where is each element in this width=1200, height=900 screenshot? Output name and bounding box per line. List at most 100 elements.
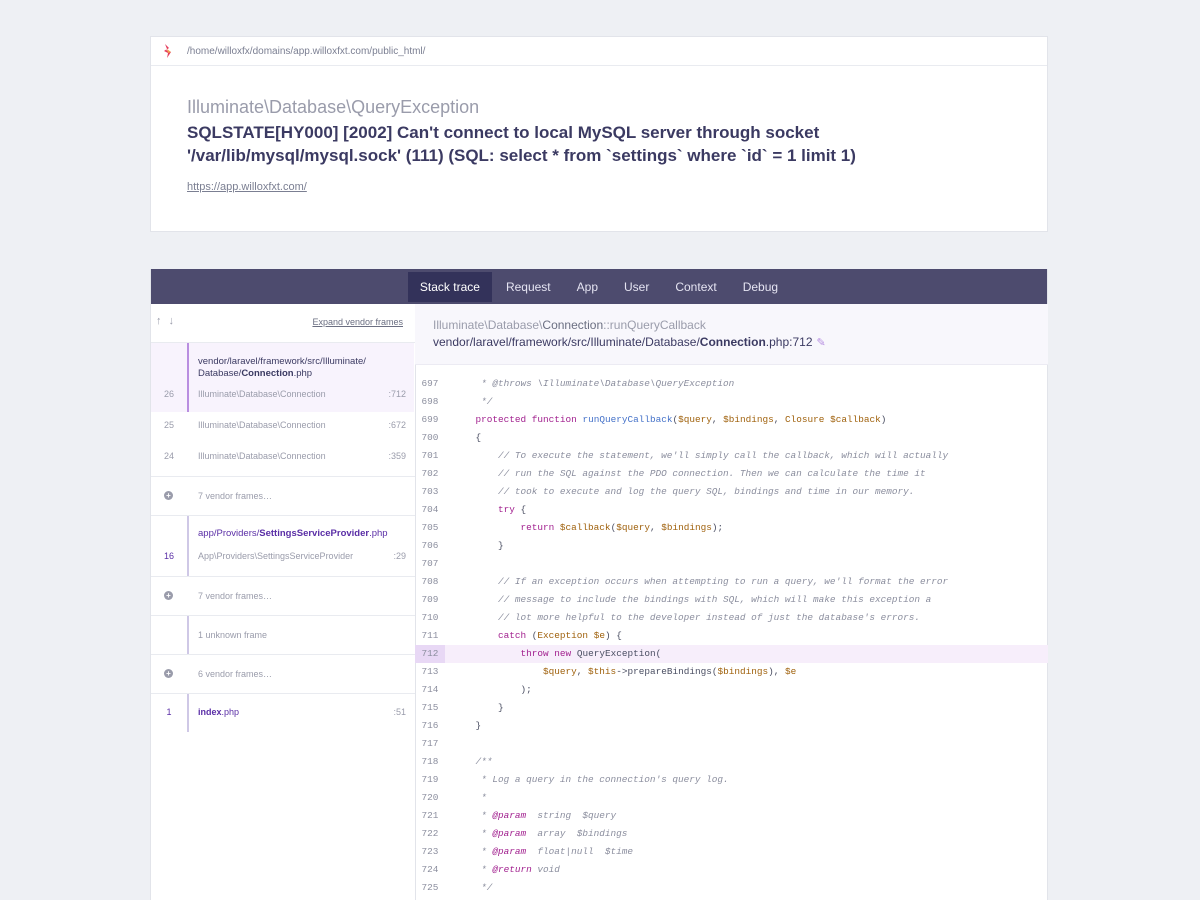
line-number: 722 xyxy=(421,828,439,839)
line-number: 713 xyxy=(421,666,439,677)
tab-stack-trace[interactable]: Stack trace xyxy=(407,271,492,302)
code-header: Illuminate\Database\Connection::runQuery… xyxy=(415,304,1048,365)
code-text: throw new QueryException( xyxy=(520,648,662,659)
code-line: 717 xyxy=(415,735,1048,753)
frame-row[interactable]: 25 Illuminate\Database\Connection:672 xyxy=(151,420,414,438)
code-line: 707 xyxy=(415,555,1048,573)
frame-row[interactable]: 16 App\Providers\SettingsServiceProvider:… xyxy=(151,551,414,569)
code-line: 698 */ xyxy=(415,393,1048,411)
line-number: 723 xyxy=(421,846,439,857)
line-number: 716 xyxy=(421,720,439,731)
line-number: 704 xyxy=(421,504,439,515)
path-bar: /home/willoxfx/domains/app.willoxfxt.com… xyxy=(151,37,1047,66)
line-number: 715 xyxy=(421,702,439,713)
tab-debug[interactable]: Debug xyxy=(731,272,790,302)
code-line: 710 // lot more helpful to the developer… xyxy=(415,609,1048,627)
frame-file-path: app/Providers/SettingsServiceProvider.ph… xyxy=(198,528,388,539)
tab-user[interactable]: User xyxy=(612,272,661,302)
code-line-highlighted: 712 throw new QueryException( xyxy=(415,645,1048,663)
vendor-frames-toggle[interactable]: + 7 vendor frames… xyxy=(151,477,415,516)
line-number: 717 xyxy=(421,738,439,749)
frame-row-selected[interactable]: 26 Illuminate\Database\Connection:712 xyxy=(151,389,414,407)
code-line: 719 * Log a query in the connection's qu… xyxy=(415,771,1048,789)
code-line: 699 protected function runQueryCallback(… xyxy=(415,411,1048,429)
code-line: 697 * @throws \Illuminate\Database\Query… xyxy=(415,375,1048,393)
code-line: 700 { xyxy=(415,429,1048,447)
request-url-link[interactable]: https://app.willoxfxt.com/ xyxy=(187,181,307,193)
error-card: /home/willoxfx/domains/app.willoxfxt.com… xyxy=(150,36,1048,232)
line-number: 719 xyxy=(421,774,439,785)
code-text: * @param float|null $time xyxy=(453,846,634,857)
tab-bar: Stack trace Request App User Context Deb… xyxy=(151,269,1047,304)
code-text: */ xyxy=(453,882,493,893)
ignition-logo-icon xyxy=(163,44,173,58)
code-text: * @param string $query xyxy=(453,810,617,821)
line-number: 712 xyxy=(415,645,445,663)
code-text: // took to execute and log the query SQL… xyxy=(453,486,915,497)
code-line: 703 // took to execute and log the query… xyxy=(415,483,1048,501)
frame-file: vendor/laravel/framework/src/Illuminate/… xyxy=(433,335,826,349)
code-text: protected function runQueryCallback($que… xyxy=(475,414,887,425)
line-number: 699 xyxy=(421,414,439,425)
code-text: $query, $this->prepareBindings($bindings… xyxy=(543,666,797,677)
frame-group-connection[interactable]: vendor/laravel/framework/src/Illuminate/… xyxy=(151,343,415,477)
line-number: 706 xyxy=(421,540,439,551)
frame-navigation-arrows-icon[interactable]: ↑ ↓ xyxy=(156,315,176,327)
line-number: 707 xyxy=(421,558,439,569)
frames-list: ↑ ↓ Expand vendor frames vendor/laravel/… xyxy=(151,304,416,900)
code-text: { xyxy=(453,432,482,443)
code-text: /** xyxy=(453,756,493,767)
line-number: 709 xyxy=(421,594,439,605)
code-text: * Log a query in the connection's query … xyxy=(453,774,729,785)
code-text: * @throws \Illuminate\Database\QueryExce… xyxy=(453,378,735,389)
code-text: catch (Exception $e) { xyxy=(498,630,622,641)
frame-row[interactable]: 1 index.php:51 xyxy=(151,707,414,725)
code-text: try { xyxy=(498,504,527,515)
code-text: // lot more helpful to the developer ins… xyxy=(453,612,920,623)
expand-vendor-frames-link[interactable]: Expand vendor frames xyxy=(312,317,403,327)
code-line: 721 * @param string $query xyxy=(415,807,1048,825)
plus-circle-icon: + xyxy=(164,669,173,678)
exception-message: SQLSTATE[HY000] [2002] Can't connect to … xyxy=(187,123,856,165)
code-text: return $callback($query, $bindings); xyxy=(520,522,724,533)
code-viewer: Illuminate\Database\Connection::runQuery… xyxy=(415,304,1048,900)
code-line: 704 try { xyxy=(415,501,1048,519)
code-line: 702 // run the SQL against the PDO conne… xyxy=(415,465,1048,483)
tab-app[interactable]: App xyxy=(565,272,610,302)
frame-group-settings-provider[interactable]: app/Providers/SettingsServiceProvider.ph… xyxy=(151,516,415,577)
frame-group-index[interactable]: 1 index.php:51 xyxy=(151,694,415,732)
code-line: 723 * @param float|null $time xyxy=(415,843,1048,861)
code-text: ); xyxy=(453,684,532,695)
line-number: 721 xyxy=(421,810,439,821)
frame-row[interactable]: 24 Illuminate\Database\Connection:359 xyxy=(151,451,414,469)
vendor-frames-toggle[interactable]: + 7 vendor frames… xyxy=(151,577,415,616)
code-text: * @param array $bindings xyxy=(453,828,628,839)
pencil-edit-icon[interactable]: ✎ xyxy=(817,337,826,349)
code-snippet: 697 * @throws \Illuminate\Database\Query… xyxy=(415,375,1048,897)
code-text: } xyxy=(453,720,482,731)
tab-request[interactable]: Request xyxy=(494,272,563,302)
code-line: 720 * xyxy=(415,789,1048,807)
unknown-frame: 1 unknown frame xyxy=(151,616,415,655)
code-text: } xyxy=(453,702,504,713)
line-number: 708 xyxy=(421,576,439,587)
plus-circle-icon: + xyxy=(164,591,173,600)
line-number: 698 xyxy=(421,396,439,407)
code-text: * @return void xyxy=(453,864,560,875)
frame-line xyxy=(187,616,189,654)
code-line: 716 } xyxy=(415,717,1048,735)
code-line: 724 * @return void xyxy=(415,861,1048,879)
code-line: 708 // If an exception occurs when attem… xyxy=(415,573,1048,591)
code-text: // If an exception occurs when attemptin… xyxy=(453,576,949,587)
code-line: 714 ); xyxy=(415,681,1048,699)
line-number: 697 xyxy=(421,378,439,389)
code-line: 701 // To execute the statement, we'll s… xyxy=(415,447,1048,465)
exception-class: Illuminate\Database\QueryException xyxy=(187,97,480,117)
line-number: 711 xyxy=(421,630,439,641)
vendor-frames-toggle[interactable]: + 6 vendor frames… xyxy=(151,655,415,694)
line-number: 724 xyxy=(421,864,439,875)
line-number: 702 xyxy=(421,468,439,479)
frame-file-path: vendor/laravel/framework/src/Illuminate/… xyxy=(198,356,366,379)
frames-header: ↑ ↓ Expand vendor frames xyxy=(151,304,415,343)
tab-context[interactable]: Context xyxy=(663,272,728,302)
